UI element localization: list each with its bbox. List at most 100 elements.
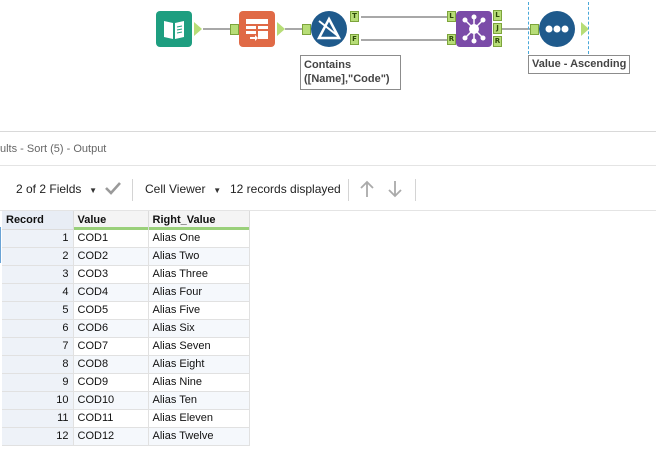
results-title: ults - Sort (5) - Output: [0, 143, 107, 155]
check-icon: [105, 182, 121, 195]
right-value-cell[interactable]: Alias Two: [148, 247, 250, 266]
input-tool[interactable]: [156, 11, 192, 47]
value-cell[interactable]: COD5: [73, 301, 149, 320]
arrow-down-icon: [388, 181, 402, 198]
join-left-input-anchor[interactable]: L: [447, 11, 456, 22]
record-cell[interactable]: 6: [2, 319, 74, 338]
value-cell[interactable]: COD2: [73, 247, 149, 266]
right-value-cell[interactable]: Alias Eleven: [148, 409, 250, 428]
column-header-right-value[interactable]: Right_Value: [148, 211, 250, 230]
right-value-cell[interactable]: Alias Twelve: [148, 427, 250, 446]
record-cell[interactable]: 3: [2, 265, 74, 284]
select-tool-icon: [246, 19, 268, 41]
value-cell[interactable]: COD9: [73, 373, 149, 392]
table-row[interactable]: 7 COD7 Alias Seven: [2, 337, 250, 356]
filter-input-anchor[interactable]: [302, 24, 311, 35]
cell-viewer-dropdown[interactable]: Cell Viewer ▼: [145, 182, 221, 198]
record-cell[interactable]: 9: [2, 373, 74, 392]
records-count: 12 records displayed: [230, 182, 341, 196]
scroll-up-button[interactable]: [359, 180, 375, 201]
value-cell[interactable]: COD11: [73, 409, 149, 428]
value-cell[interactable]: COD1: [73, 229, 149, 248]
value-cell[interactable]: COD12: [73, 427, 149, 446]
sort-input-anchor[interactable]: [530, 24, 539, 35]
table-row[interactable]: 3 COD3 Alias Three: [2, 265, 250, 284]
join-j-output-anchor[interactable]: J: [493, 23, 502, 34]
record-cell[interactable]: 4: [2, 283, 74, 302]
table-row[interactable]: 9 COD9 Alias Nine: [2, 373, 250, 392]
join-right-label: R: [448, 35, 455, 43]
value-cell[interactable]: COD6: [73, 319, 149, 338]
sort-dots-icon: [545, 25, 569, 33]
join-network-icon: [462, 14, 486, 44]
right-value-cell[interactable]: Alias Ten: [148, 391, 250, 410]
right-value-cell[interactable]: Alias Seven: [148, 337, 250, 356]
join-right-input-anchor[interactable]: R: [447, 34, 456, 45]
value-cell[interactable]: COD7: [73, 337, 149, 356]
table-row[interactable]: 1 COD1 Alias One: [2, 229, 250, 248]
book-input-icon: [164, 21, 184, 39]
table-body: 1 COD1 Alias One 2 COD2 Alias Two 3 COD3 Alias T…: [2, 229, 250, 446]
join-out-j-label: J: [496, 24, 499, 32]
right-value-cell[interactable]: Alias Nine: [148, 373, 250, 392]
table-header-row: Record Value Right_Value: [2, 211, 250, 230]
sort-tool[interactable]: [539, 11, 575, 47]
record-cell[interactable]: 12: [2, 427, 74, 446]
record-cell[interactable]: 7: [2, 337, 74, 356]
false-anchor-label: F: [352, 35, 357, 43]
results-grid[interactable]: Record Value Right_Value 1 COD1 Alias One 2…: [0, 211, 656, 470]
table-row[interactable]: 5 COD5 Alias Five: [2, 301, 250, 320]
results-table: Record Value Right_Value 1 COD1 Alias One 2…: [2, 211, 250, 446]
right-value-cell[interactable]: Alias Five: [148, 301, 250, 320]
apply-check-button[interactable]: [104, 179, 122, 200]
workflow-canvas[interactable]: T F L R L J R Contains ([Name],"Code") V…: [0, 0, 656, 128]
fields-label: 2 of 2 Fields: [16, 182, 82, 196]
value-cell[interactable]: COD4: [73, 283, 149, 302]
selection-border-right: [588, 2, 589, 54]
table-row[interactable]: 8 COD8 Alias Eight: [2, 355, 250, 374]
results-toolbar: 2 of 2 Fields ▼ Cell Viewer ▼ 12 records…: [0, 165, 656, 211]
chevron-down-icon: ▼: [208, 186, 222, 195]
table-row[interactable]: 4 COD4 Alias Four: [2, 283, 250, 302]
value-cell[interactable]: COD10: [73, 391, 149, 410]
join-l-output-anchor[interactable]: L: [493, 10, 502, 21]
value-cell[interactable]: COD3: [73, 265, 149, 284]
right-value-cell[interactable]: Alias Eight: [148, 355, 250, 374]
select-output-anchor[interactable]: [277, 22, 285, 36]
table-row[interactable]: 2 COD2 Alias Two: [2, 247, 250, 266]
filter-tool[interactable]: [311, 11, 347, 47]
value-cell[interactable]: COD8: [73, 355, 149, 374]
select-tool[interactable]: [239, 11, 275, 47]
cell-viewer-label: Cell Viewer: [145, 182, 206, 196]
right-value-cell[interactable]: Alias Six: [148, 319, 250, 338]
record-cell[interactable]: 1: [2, 229, 74, 248]
select-input-anchor[interactable]: [230, 24, 239, 35]
table-row[interactable]: 11 COD11 Alias Eleven: [2, 409, 250, 428]
filter-true-anchor[interactable]: T: [350, 11, 359, 22]
filter-false-anchor[interactable]: F: [350, 34, 359, 45]
record-cell[interactable]: 2: [2, 247, 74, 266]
join-tool[interactable]: [456, 11, 492, 47]
join-left-label: L: [449, 12, 454, 20]
join-r-output-anchor[interactable]: R: [493, 36, 502, 47]
record-cell[interactable]: 10: [2, 391, 74, 410]
filter-annotation: Contains ([Name],"Code"): [300, 55, 401, 90]
record-cell[interactable]: 5: [2, 301, 74, 320]
right-value-cell[interactable]: Alias Three: [148, 265, 250, 284]
right-value-cell[interactable]: Alias Four: [148, 283, 250, 302]
toolbar-divider: [348, 179, 349, 201]
record-cell[interactable]: 11: [2, 409, 74, 428]
column-header-value[interactable]: Value: [73, 211, 149, 230]
scroll-down-button[interactable]: [387, 180, 403, 201]
table-row[interactable]: 6 COD6 Alias Six: [2, 319, 250, 338]
join-out-r-label: R: [494, 37, 501, 45]
table-row[interactable]: 12 COD12 Alias Twelve: [2, 427, 250, 446]
column-header-record[interactable]: Record: [2, 211, 74, 230]
table-row[interactable]: 10 COD10 Alias Ten: [2, 391, 250, 410]
filter-triangle-icon: [316, 16, 342, 40]
toolbar-divider: [415, 179, 416, 201]
record-cell[interactable]: 8: [2, 355, 74, 374]
fields-dropdown[interactable]: 2 of 2 Fields ▼: [16, 182, 97, 198]
input-output-anchor[interactable]: [194, 22, 202, 36]
right-value-cell[interactable]: Alias One: [148, 229, 250, 248]
